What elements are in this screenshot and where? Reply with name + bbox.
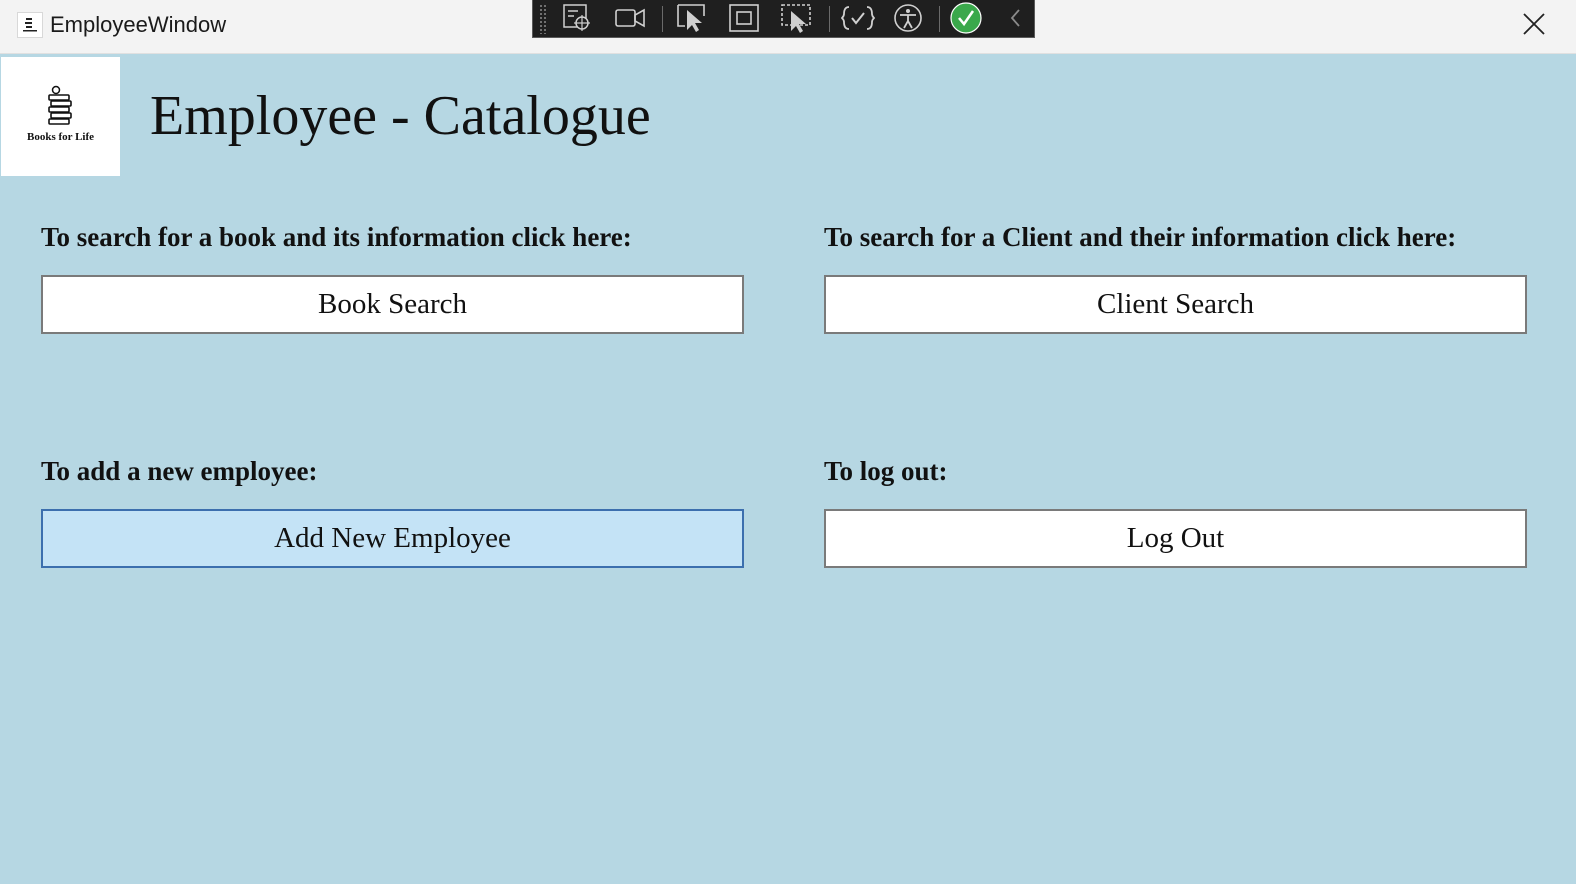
add-new-employee-button[interactable]: Add New Employee [41, 509, 744, 568]
binding-check-icon [841, 6, 875, 30]
window-title: EmployeeWindow [50, 12, 227, 37]
binding-check-button[interactable] [841, 2, 875, 34]
visual-tree-button[interactable] [561, 2, 595, 34]
hot-reload-check-icon [950, 2, 982, 34]
select-element-button[interactable] [675, 2, 709, 34]
log-out-button[interactable]: Log Out [824, 509, 1527, 568]
layout-adorner-button[interactable] [727, 2, 761, 34]
books-for-life-logo: Books for Life [1, 57, 120, 176]
collapse-chevron-icon [1010, 9, 1020, 27]
hot-reload-button[interactable] [949, 2, 983, 34]
logo-text: Books for Life [26, 131, 95, 143]
toolbar-separator [662, 6, 663, 32]
select-element-icon [677, 4, 705, 32]
video-camera-button[interactable] [613, 2, 647, 34]
collapse-toolbar-button[interactable] [999, 2, 1033, 34]
window-close-button[interactable] [1504, 0, 1564, 50]
track-focus-icon [781, 4, 811, 33]
toolbar-separator [829, 6, 830, 32]
accessibility-icon [894, 4, 922, 32]
accessibility-button[interactable] [891, 2, 925, 34]
book-search-button[interactable]: Book Search [41, 275, 744, 334]
log-out-prompt: To log out: [824, 456, 948, 486]
visual-tree-icon [563, 4, 590, 31]
page-title: Employee - Catalogue [150, 85, 651, 147]
client-search-button[interactable]: Client Search [824, 275, 1527, 334]
add-employee-prompt: To add a new employee: [41, 456, 318, 486]
book-stack-icon [48, 85, 72, 125]
layout-adorner-icon [729, 4, 759, 32]
app-icon [17, 12, 43, 38]
client-search-prompt: To search for a Client and their informa… [824, 222, 1457, 252]
track-focus-button[interactable] [779, 2, 813, 34]
debug-toolbar [532, 0, 1035, 38]
grip-handle-icon[interactable] [539, 4, 547, 34]
book-search-prompt: To search for a book and its information… [41, 222, 632, 252]
toolbar-separator [939, 6, 940, 32]
video-camera-icon [615, 8, 645, 28]
close-icon [1523, 13, 1545, 35]
